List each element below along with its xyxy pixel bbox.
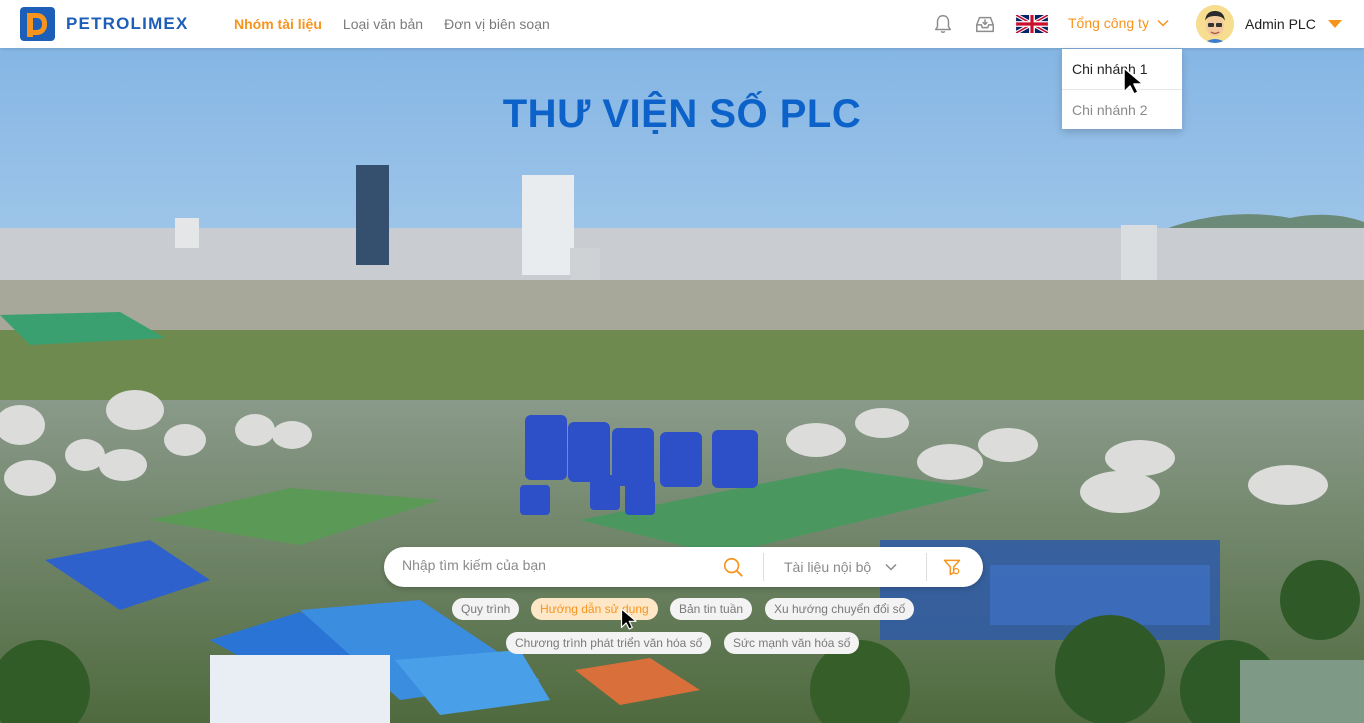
company-selector-label: Tổng công ty xyxy=(1068,15,1149,31)
nav-item-authoring-units[interactable]: Đơn vị biên soạn xyxy=(444,16,550,32)
brand-name: PETROLIMEX xyxy=(66,14,189,33)
search-input[interactable] xyxy=(402,557,702,573)
main-nav: Nhóm tài liệu Loại văn bản Đơn vị biên s… xyxy=(234,0,550,48)
search-divider xyxy=(926,553,927,581)
company-selector[interactable]: Tổng công ty xyxy=(1068,15,1169,31)
inbox-download-icon[interactable] xyxy=(974,13,996,35)
document-type-select[interactable]: Tài liệu nội bộ xyxy=(784,559,897,575)
search-divider xyxy=(763,553,764,581)
chevron-down-icon xyxy=(1157,19,1169,27)
uk-flag-icon[interactable] xyxy=(1016,15,1048,33)
tag-chip[interactable]: Quy trình xyxy=(452,598,520,620)
mouse-cursor-icon xyxy=(620,608,637,630)
tag-chip[interactable]: Chương trình phát triển văn hóa số xyxy=(506,632,712,654)
petrolimex-logo[interactable]: PETROLIMEX xyxy=(20,7,189,41)
filter-icon[interactable] xyxy=(942,557,962,577)
search-icon[interactable] xyxy=(722,556,744,578)
nav-item-document-types[interactable]: Loại văn bản xyxy=(343,16,423,32)
user-name[interactable]: Admin PLC xyxy=(1245,16,1316,32)
nav-item-document-groups[interactable]: Nhóm tài liệu xyxy=(234,16,322,32)
bell-icon[interactable] xyxy=(932,13,954,35)
search-bar: Tài liệu nội bộ xyxy=(384,547,983,587)
chevron-down-icon xyxy=(885,563,897,571)
tag-chip[interactable]: Sức mạnh văn hóa số xyxy=(724,632,860,654)
mouse-cursor-icon xyxy=(1123,67,1144,95)
avatar[interactable] xyxy=(1196,5,1234,43)
tag-chip[interactable]: Xu hướng chuyển đổi số xyxy=(765,598,915,620)
tag-chip[interactable]: Bản tin tuần xyxy=(670,598,753,620)
user-menu-caret-icon[interactable] xyxy=(1328,20,1342,28)
document-type-selected: Tài liệu nội bộ xyxy=(784,559,872,575)
petrolimex-logo-icon xyxy=(20,7,55,41)
top-header: PETROLIMEX Nhóm tài liệu Loại văn bản Đơ… xyxy=(0,0,1364,48)
